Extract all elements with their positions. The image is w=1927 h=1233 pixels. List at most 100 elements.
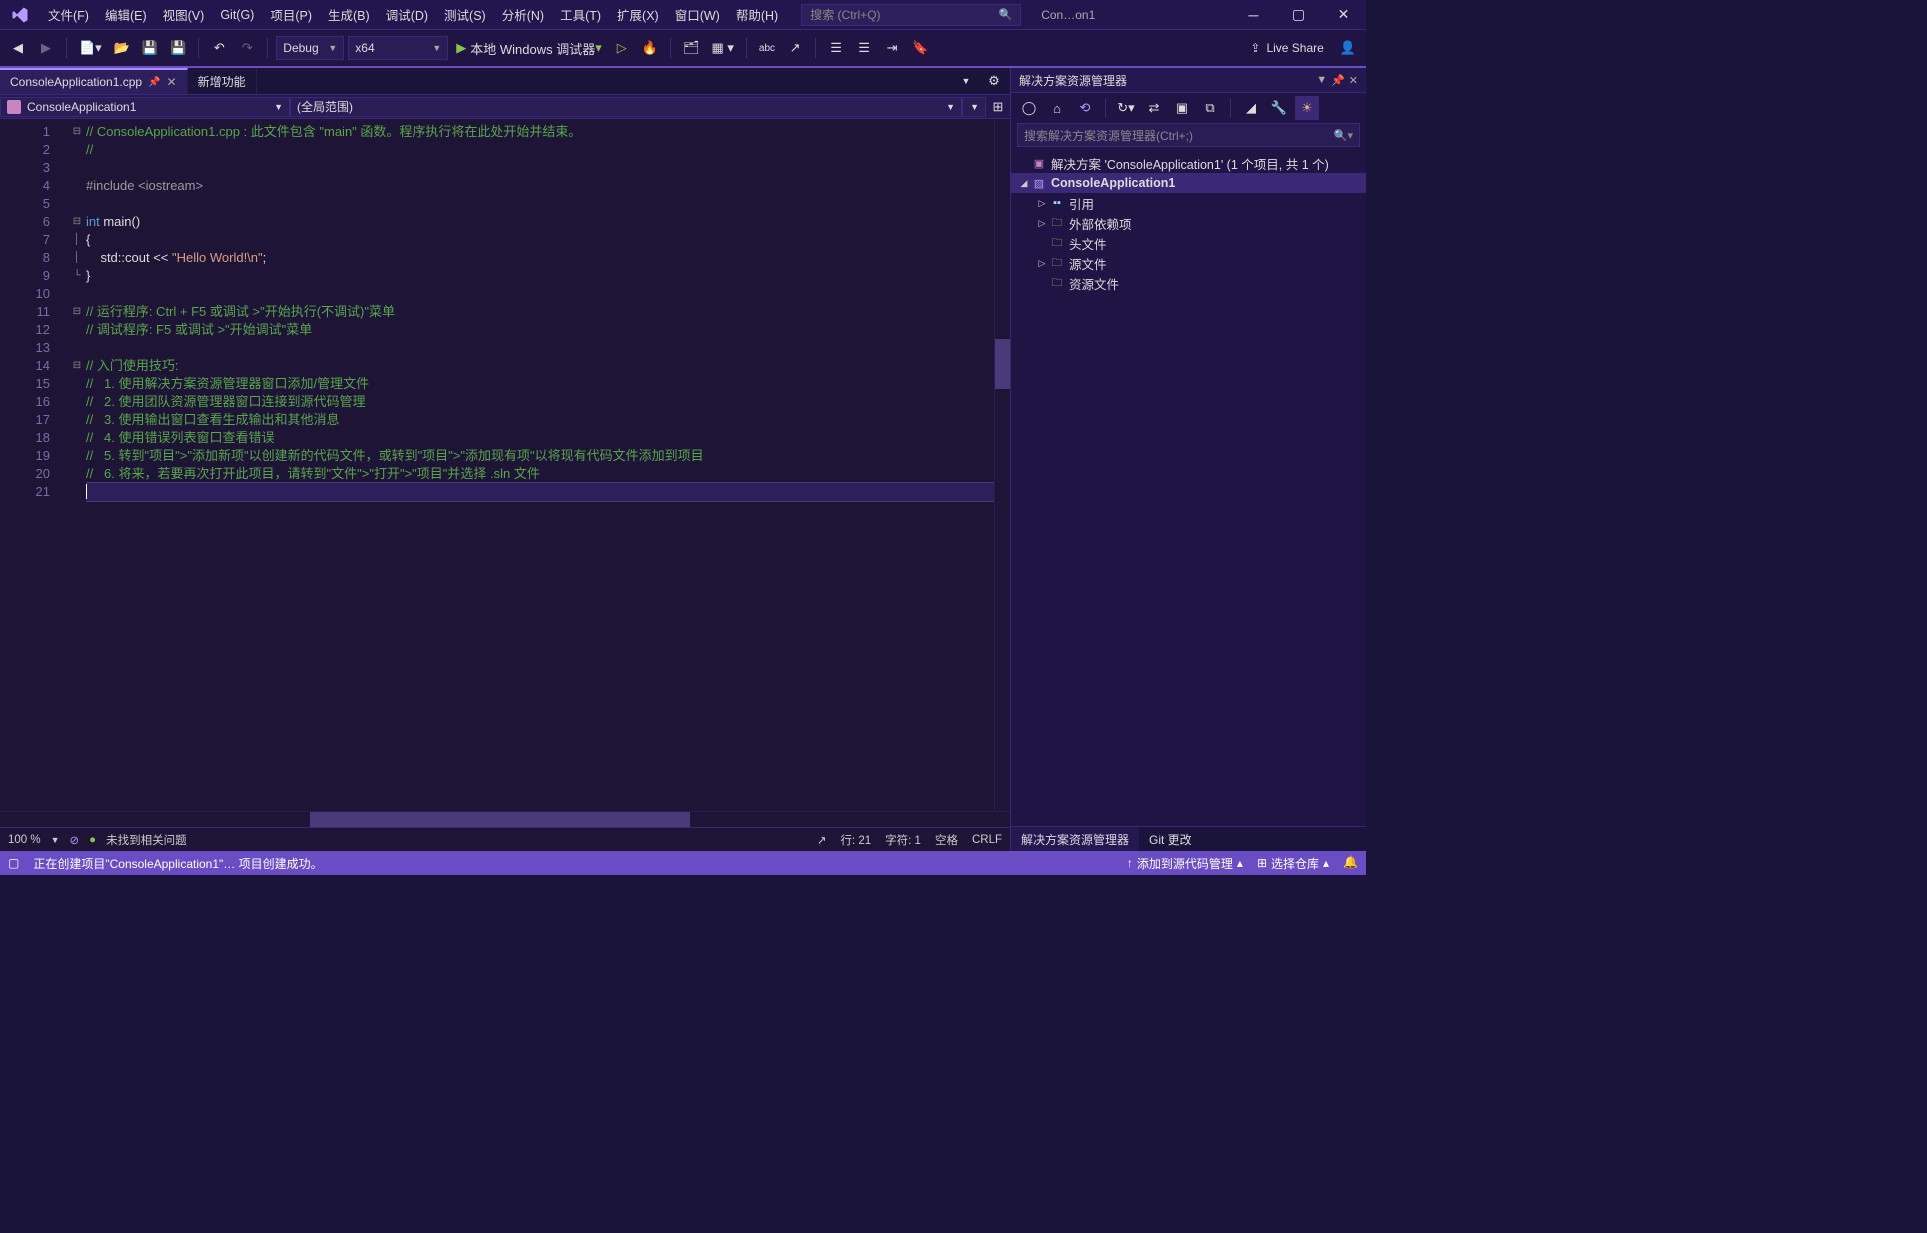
vertical-scrollbar[interactable] <box>994 119 1010 811</box>
insert-mode[interactable]: 空格 <box>935 832 958 848</box>
zoom-level[interactable]: 100 % <box>8 834 41 846</box>
new-project-button[interactable]: 📄▾ <box>75 35 106 61</box>
health-icon[interactable]: ⊘ <box>70 833 80 847</box>
solution-search-input[interactable]: 搜索解决方案资源管理器(Ctrl+;) 🔍▾ <box>1017 123 1360 147</box>
tree-node[interactable]: 🗀资源文件 <box>1011 273 1366 293</box>
redo-button[interactable]: ↷ <box>235 35 259 61</box>
issues-status[interactable]: 未找到相关问题 <box>106 832 187 848</box>
menu-item[interactable]: 工具(T) <box>552 0 609 29</box>
bookmark-button[interactable]: 🔖 <box>908 35 932 61</box>
arrow-button[interactable]: ↗ <box>783 35 807 61</box>
line-ending[interactable]: CRLF <box>972 834 1002 846</box>
output-icon[interactable]: ▢ <box>8 856 19 870</box>
global-search-input[interactable]: 搜索 (Ctrl+Q) 🔍 <box>801 4 1021 26</box>
start-debug-button[interactable]: ▶ 本地 Windows 调试器 ▾ <box>452 35 606 61</box>
expand-icon[interactable]: ▷ <box>1035 258 1049 269</box>
chevron-down-icon[interactable]: ▼ <box>51 835 60 845</box>
menu-item[interactable]: 文件(F) <box>40 0 97 29</box>
expand-icon[interactable]: ◢ <box>1017 178 1031 189</box>
solution-tree[interactable]: ▣解决方案 'ConsoleApplication1' (1 个项目, 共 1 … <box>1011 151 1366 826</box>
start-nodebug-button[interactable]: ▷ <box>610 35 634 61</box>
tree-node[interactable]: ▷▪▪引用 <box>1011 193 1366 213</box>
cursor-col[interactable]: 字符: 1 <box>885 832 921 848</box>
close-button[interactable]: ✕ <box>1321 0 1366 29</box>
save-all-button[interactable]: 💾 <box>166 35 190 61</box>
notifications-icon[interactable]: 🔔 <box>1343 855 1358 872</box>
config-dropdown[interactable]: Debug▼ <box>276 36 344 60</box>
expand-icon[interactable]: ▷ <box>1035 198 1049 209</box>
nav-forward-button[interactable]: ▶ <box>34 35 58 61</box>
home-button[interactable]: ⌂ <box>1045 96 1069 120</box>
scrollbar-thumb[interactable] <box>310 812 690 827</box>
panel-pin-button[interactable]: 📌 <box>1331 74 1345 87</box>
panel-tab[interactable]: 解决方案资源管理器 <box>1011 827 1139 851</box>
tree-node[interactable]: ▷🗀外部依赖项 <box>1011 213 1366 233</box>
arrow-icon[interactable]: ↗ <box>817 833 827 847</box>
code-editor[interactable]: 123456789101112131415161718192021 ⊟⊟││└⊟… <box>0 119 1010 811</box>
tree-node[interactable]: ▷🗀源文件 <box>1011 253 1366 273</box>
platform-dropdown[interactable]: x64▼ <box>348 36 448 60</box>
view-button[interactable]: ☀ <box>1295 96 1319 120</box>
panel-close-button[interactable]: ✕ <box>1349 74 1358 87</box>
browse-button[interactable]: 🗂 <box>679 35 704 61</box>
menu-item[interactable]: 编辑(E) <box>97 0 155 29</box>
uncomment-button[interactable]: ☰ <box>852 35 876 61</box>
menu-item[interactable]: 调试(D) <box>378 0 436 29</box>
menu-item[interactable]: 视图(V) <box>155 0 213 29</box>
open-button[interactable]: 📂 <box>110 35 134 61</box>
tree-node[interactable]: ◢▨ConsoleApplication1 <box>1011 173 1366 193</box>
solution-explorer-panel: 解决方案资源管理器 ▼ 📌 ✕ ◯ ⌂ ⟲ ↻▾ ⇄ ▣ ⧉ ◢ 🔧 ☀ 搜索解… <box>1010 68 1366 851</box>
menu-item[interactable]: 帮助(H) <box>728 0 786 29</box>
nav-back-button[interactable]: ◀ <box>6 35 30 61</box>
indent-button[interactable]: ⇥ <box>880 35 904 61</box>
close-tab-icon[interactable]: ✕ <box>167 75 177 89</box>
wrench-button[interactable]: 🔧 <box>1267 96 1291 120</box>
undo-button[interactable]: ↶ <box>207 35 231 61</box>
horizontal-scrollbar[interactable] <box>0 811 1010 827</box>
scrollbar-thumb[interactable] <box>995 339 1010 389</box>
sync-button[interactable]: ⟲ <box>1073 96 1097 120</box>
cursor-line[interactable]: 行: 21 <box>840 832 871 848</box>
tab-dropdown-button[interactable]: ▼ <box>954 68 978 94</box>
menu-item[interactable]: 生成(B) <box>320 0 378 29</box>
panel-dropdown-button[interactable]: ▼ <box>1316 74 1327 87</box>
tree-node[interactable]: 🗀头文件 <box>1011 233 1366 253</box>
split-button[interactable]: ⊞ <box>986 94 1010 120</box>
live-share-button[interactable]: ⇪ Live Share <box>1242 41 1331 55</box>
comment-button[interactable]: ☰ <box>824 35 848 61</box>
breadcrumb-scope-dropdown[interactable]: (全局范围)▼ <box>290 97 962 117</box>
abc-button[interactable]: abc <box>755 35 779 61</box>
breadcrumb-project-dropdown[interactable]: ConsoleApplication1▼ <box>0 97 290 117</box>
breadcrumb-member-dropdown[interactable]: ▼ <box>962 97 986 117</box>
back-button[interactable]: ◯ <box>1017 96 1041 120</box>
menu-item[interactable]: Git(G) <box>212 0 262 29</box>
add-source-control-button[interactable]: ↑ 添加到源代码管理 ▴ <box>1127 855 1243 872</box>
save-button[interactable]: 💾 <box>138 35 162 61</box>
panel-tab[interactable]: Git 更改 <box>1139 827 1202 851</box>
editor-tab[interactable]: ConsoleApplication1.cpp📌✕ <box>0 68 188 94</box>
code-content[interactable]: // ConsoleApplication1.cpp : 此文件包含 "main… <box>86 119 994 811</box>
tab-settings-button[interactable]: ⚙ <box>982 68 1006 94</box>
copy-button[interactable]: ⧉ <box>1198 96 1222 120</box>
menu-item[interactable]: 扩展(X) <box>609 0 667 29</box>
editor-tab[interactable]: 新增功能 <box>188 68 257 94</box>
minimize-button[interactable]: ─ <box>1231 0 1276 29</box>
pin-icon[interactable]: 📌 <box>148 77 160 88</box>
show-all-button[interactable]: ▣ <box>1170 96 1194 120</box>
collapse-button[interactable]: ⇄ <box>1142 96 1166 120</box>
select-repo-button[interactable]: ⊞ 选择仓库 ▴ <box>1257 855 1329 872</box>
tree-node[interactable]: ▣解决方案 'ConsoleApplication1' (1 个项目, 共 1 … <box>1011 153 1366 173</box>
maximize-button[interactable]: ▢ <box>1276 0 1321 29</box>
properties-button[interactable]: ◢ <box>1239 96 1263 120</box>
fire-icon[interactable]: 🔥 <box>638 35 662 61</box>
refresh-button[interactable]: ↻▾ <box>1114 96 1138 120</box>
expand-icon[interactable]: ▷ <box>1035 218 1049 229</box>
layers-button[interactable]: ▦ ▾ <box>707 35 737 61</box>
separator <box>815 38 816 58</box>
menu-item[interactable]: 项目(P) <box>262 0 320 29</box>
menu-item[interactable]: 窗口(W) <box>667 0 728 29</box>
account-button[interactable]: 👤 <box>1336 35 1360 61</box>
menu-item[interactable]: 分析(N) <box>494 0 552 29</box>
fold-column[interactable]: ⊟⊟││└⊟⊟ <box>68 119 86 811</box>
menu-item[interactable]: 测试(S) <box>436 0 494 29</box>
